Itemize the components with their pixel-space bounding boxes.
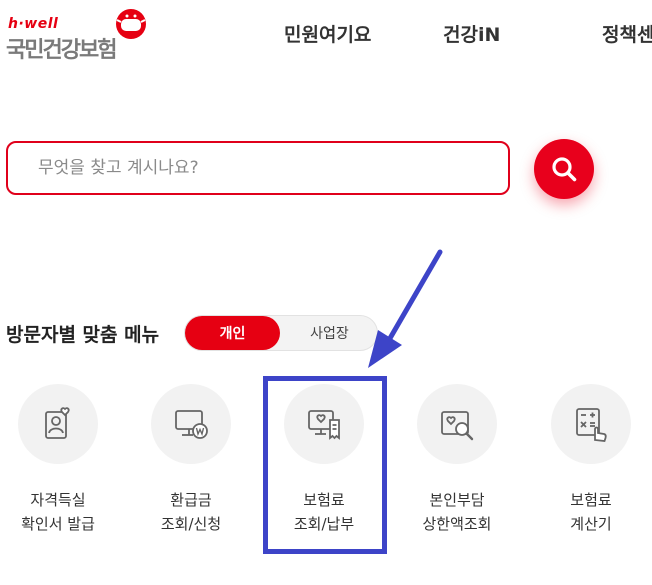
menu-icon-circle bbox=[551, 384, 631, 464]
menu-label-line2: 확인서 발급 bbox=[21, 515, 95, 533]
nav-item-policy-center[interactable]: 정책센 bbox=[602, 20, 652, 47]
toggle-business[interactable]: 사업장 bbox=[282, 316, 377, 350]
visitor-type-toggle: 개인 사업장 bbox=[184, 315, 378, 351]
annotation-highlight-box bbox=[263, 376, 387, 554]
menu-item-qualification-certificate[interactable]: 자격득실 확인서 발급 bbox=[0, 384, 118, 534]
menu-label-line1: 환급금 bbox=[170, 491, 212, 509]
search-button[interactable] bbox=[534, 139, 594, 199]
menu-label-line2: 조회/신청 bbox=[160, 515, 222, 533]
menu-label-line1: 자격득실 bbox=[30, 491, 86, 509]
menu-icon-circle bbox=[151, 384, 231, 464]
search-box bbox=[6, 141, 510, 195]
menu-icon-circle bbox=[18, 384, 98, 464]
search-input[interactable] bbox=[36, 157, 480, 179]
nav-item-health-in[interactable]: 건강iN bbox=[443, 20, 500, 47]
search-icon bbox=[552, 157, 577, 182]
menu-label-line1: 본인부담 bbox=[429, 491, 485, 509]
menu-item-copayment-limit[interactable]: 본인부담 상한액조회 bbox=[397, 384, 517, 534]
calculator-hand-icon bbox=[576, 408, 607, 442]
toggle-individual[interactable]: 개인 bbox=[185, 316, 280, 350]
menu-label-line2: 상한액조회 bbox=[422, 515, 492, 533]
menu-label-line2: 계산기 bbox=[570, 515, 612, 533]
monitor-won-icon bbox=[175, 410, 208, 439]
menu-label-line1: 보험료 bbox=[570, 491, 612, 509]
menu-item-refund[interactable]: 환급금 조회/신청 bbox=[131, 384, 251, 534]
menu-item-premium-calculator[interactable]: 보험료 계산기 bbox=[531, 384, 651, 534]
person-heart-icon bbox=[45, 407, 70, 439]
menu-icon-circle bbox=[417, 384, 497, 464]
search-heart-icon bbox=[441, 411, 474, 441]
main-navigation: 민원여기요 건강iN 정책센 bbox=[0, 20, 652, 47]
section-title: 방문자별 맞춤 메뉴 bbox=[6, 324, 160, 346]
nav-item-civil-service[interactable]: 민원여기요 bbox=[284, 20, 371, 47]
